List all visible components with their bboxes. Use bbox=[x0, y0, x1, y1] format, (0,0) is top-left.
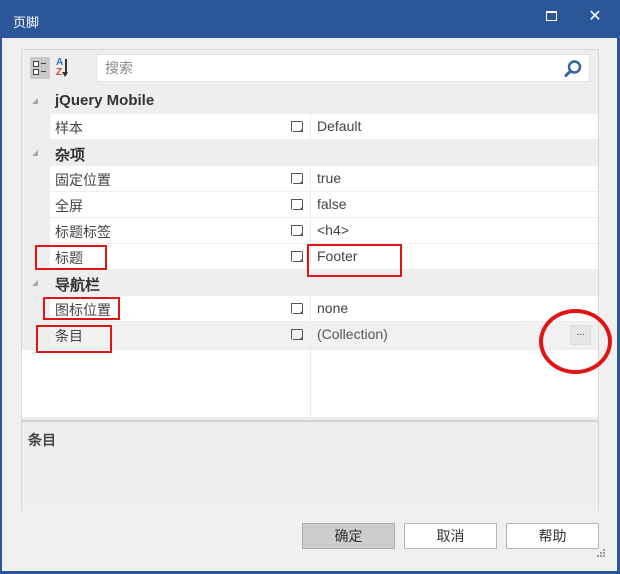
property-rows: jQuery Mobile 样本 Default 杂项 固定位置 true 全屏… bbox=[22, 88, 598, 348]
property-row-selected[interactable]: 条目 (Collection) ... bbox=[22, 322, 598, 348]
close-button[interactable]: ✕ bbox=[579, 4, 611, 28]
property-value[interactable]: true bbox=[317, 170, 341, 186]
categorized-view-icon bbox=[33, 61, 47, 67]
categorized-view-button[interactable] bbox=[30, 57, 50, 79]
property-grid: A Z jQuery Mobile bbox=[21, 49, 599, 511]
property-row[interactable]: 图标位置 none bbox=[22, 296, 598, 322]
property-page-icon bbox=[291, 329, 303, 340]
property-row[interactable]: 全屏 false bbox=[22, 192, 598, 218]
property-name: 固定位置 bbox=[55, 172, 111, 188]
property-grid-toolbar: A Z bbox=[22, 50, 598, 88]
property-row[interactable]: 标题标签 <h4> bbox=[22, 218, 598, 244]
property-name: 标题标签 bbox=[55, 224, 111, 240]
property-name: 条目 bbox=[55, 328, 83, 344]
search-input[interactable] bbox=[97, 55, 557, 81]
property-row[interactable]: 固定位置 true bbox=[22, 166, 598, 192]
property-page-icon bbox=[291, 173, 303, 184]
cancel-button[interactable]: 取消 bbox=[404, 523, 497, 549]
property-value[interactable]: (Collection) bbox=[317, 326, 388, 342]
category-label: jQuery Mobile bbox=[55, 92, 155, 109]
maximize-button[interactable] bbox=[535, 4, 567, 28]
grid-empty-area bbox=[22, 350, 598, 417]
property-value[interactable]: false bbox=[317, 196, 347, 212]
property-value[interactable]: <h4> bbox=[317, 222, 349, 238]
category-row-jquery-mobile[interactable]: jQuery Mobile bbox=[22, 88, 598, 114]
property-page-icon bbox=[291, 121, 303, 132]
property-row[interactable]: 标题 Footer bbox=[22, 244, 598, 270]
collection-editor-button[interactable]: ... bbox=[570, 325, 591, 345]
property-name: 标题 bbox=[55, 250, 83, 266]
maximize-icon bbox=[545, 11, 557, 21]
property-row[interactable]: 样本 Default bbox=[22, 114, 598, 140]
ok-button[interactable]: 确定 bbox=[302, 523, 395, 549]
dialog-window: 页脚 ✕ A Z 搜索 jQuery Mobile 样本 Default 杂项 … bbox=[0, 0, 620, 574]
property-name: 全屏 bbox=[55, 198, 83, 214]
property-page-icon bbox=[291, 225, 303, 236]
description-panel: 条目 bbox=[22, 420, 598, 511]
property-name: 样本 bbox=[55, 120, 83, 136]
collapse-triangle-icon[interactable] bbox=[32, 150, 38, 156]
category-row-navbar[interactable]: 导航栏 bbox=[22, 270, 598, 296]
category-row-misc[interactable]: 杂项 bbox=[22, 140, 598, 166]
property-page-icon bbox=[291, 199, 303, 210]
title-bar[interactable]: 页脚 ✕ bbox=[0, 0, 620, 38]
alphabetical-sort-button[interactable]: A Z bbox=[54, 57, 74, 81]
property-name: 图标位置 bbox=[55, 302, 111, 318]
collapse-triangle-icon[interactable] bbox=[32, 98, 38, 104]
resize-grip-icon[interactable] bbox=[596, 549, 606, 559]
description-title: 条目 bbox=[28, 432, 56, 448]
search-box[interactable] bbox=[96, 54, 590, 82]
category-label: 导航栏 bbox=[55, 277, 101, 294]
window-title: 页脚 bbox=[13, 15, 40, 30]
property-page-icon bbox=[291, 303, 303, 314]
help-button[interactable]: 帮助 bbox=[506, 523, 599, 549]
property-value[interactable]: none bbox=[317, 300, 348, 316]
search-icon[interactable] bbox=[563, 59, 583, 79]
sort-az-icon: A bbox=[56, 57, 64, 68]
dialog-client-area: A Z jQuery Mobile bbox=[2, 38, 617, 571]
property-value[interactable]: Default bbox=[317, 118, 361, 134]
collapse-triangle-icon[interactable] bbox=[32, 280, 38, 286]
close-icon: ✕ bbox=[588, 8, 602, 25]
column-divider[interactable] bbox=[310, 350, 311, 417]
property-page-icon bbox=[291, 251, 303, 262]
property-value[interactable]: Footer bbox=[317, 248, 357, 264]
category-label: 杂项 bbox=[55, 147, 86, 164]
